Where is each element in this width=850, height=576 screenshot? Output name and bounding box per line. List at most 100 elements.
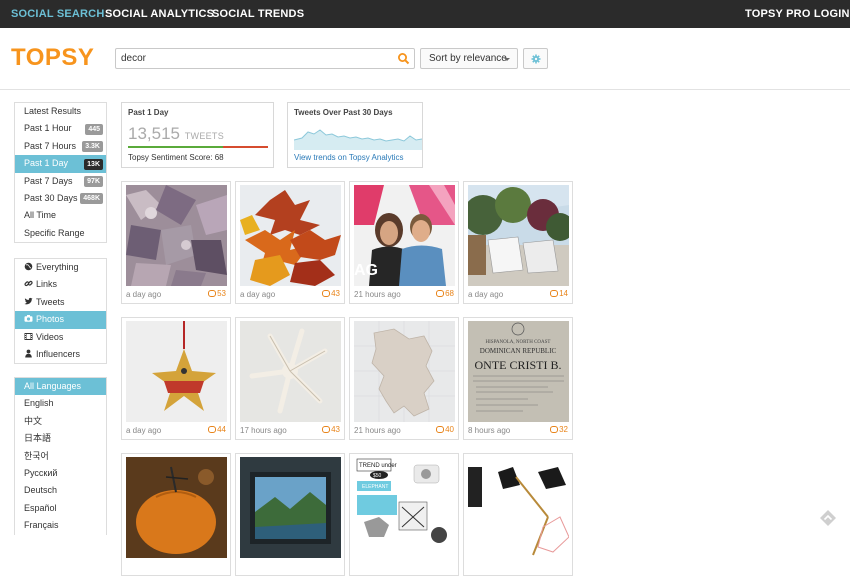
gear-icon [531, 54, 541, 64]
view-trends-link[interactable]: View trends on Topsy Analytics [294, 153, 404, 162]
photo-thumbnail[interactable] [468, 457, 569, 558]
nav-social-analytics[interactable]: SOCIAL ANALYTICS [105, 0, 214, 28]
search-header: TOPSY decor Sort by relevance [0, 28, 850, 90]
trend-sparkline [294, 129, 422, 150]
camera-icon [24, 315, 33, 322]
photo-result[interactable]: a day ago 53 [121, 181, 231, 304]
sort-label: Sort by relevance [429, 53, 507, 64]
photo-thumbnail[interactable] [126, 321, 227, 422]
post-age: a day ago [468, 290, 504, 299]
language-filter-russian[interactable]: Русский [15, 465, 106, 482]
reply-count-value: 53 [217, 289, 226, 298]
time-filter-all-time[interactable]: All Time [15, 207, 106, 224]
type-filter-links[interactable]: Links [15, 276, 106, 293]
photo-result[interactable]: AG 21 hours ago 68 [349, 181, 459, 304]
sentiment-positive-fill [128, 146, 224, 148]
search-icon[interactable] [397, 52, 410, 65]
scroll-top-icon[interactable] [818, 508, 838, 528]
type-filter-everything[interactable]: Everything [15, 259, 106, 276]
time-filter-1-day[interactable]: Past 1 Day 13K [15, 155, 106, 173]
time-filter-specific-range[interactable]: Specific Range [15, 225, 106, 242]
type-filter-label: Links [36, 279, 58, 290]
nav-social-search[interactable]: SOCIAL SEARCH [11, 0, 104, 28]
settings-button[interactable] [523, 48, 548, 69]
photo-thumbnail[interactable] [354, 321, 455, 422]
photo-thumbnail[interactable] [240, 321, 341, 422]
reply-count-value: 14 [559, 289, 568, 298]
language-filter-german[interactable]: Deutsch [15, 482, 106, 499]
sentiment-score: Topsy Sentiment Score: 68 [128, 153, 224, 162]
globe-icon [24, 262, 33, 271]
comment-icon [208, 426, 217, 433]
reply-count[interactable]: 14 [550, 289, 568, 298]
reply-count[interactable]: 43 [322, 425, 340, 434]
photo-result[interactable]: 21 hours ago 40 [349, 317, 459, 440]
reply-count[interactable]: 43 [322, 289, 340, 298]
photo-result[interactable] [121, 453, 231, 576]
time-filter-label: All Time [24, 210, 57, 221]
photo-thumbnail[interactable] [126, 457, 227, 558]
type-filter-label: Videos [36, 331, 64, 342]
time-filter-7-days[interactable]: Past 7 Days 97K [15, 173, 106, 190]
pro-login-link[interactable]: TOPSY PRO LOGIN [745, 0, 850, 46]
time-filter-30-days[interactable]: Past 30 Days 468K [15, 190, 106, 207]
photo-thumbnail[interactable] [240, 457, 341, 558]
language-filter-japanese[interactable]: 日本語 [15, 430, 106, 447]
time-filter-label: Past 1 Day [24, 158, 69, 169]
photo-result[interactable]: 17 hours ago 43 [235, 317, 345, 440]
reply-count[interactable]: 68 [436, 289, 454, 298]
language-filter-english[interactable]: English [15, 395, 106, 412]
type-filter-label: Everything [36, 262, 79, 272]
nav-social-trends[interactable]: SOCIAL TRENDS [212, 0, 304, 28]
photo-thumbnail[interactable] [240, 185, 341, 286]
sort-dropdown[interactable]: Sort by relevance [420, 48, 518, 69]
language-filter-all[interactable]: All Languages [15, 378, 106, 396]
photo-result[interactable] [235, 453, 345, 576]
count-badge: 3.3K [82, 141, 103, 153]
time-filter-latest[interactable]: Latest Results [15, 103, 106, 120]
map-title-line3: ONTE CRISTI B. [475, 358, 562, 372]
reply-count-value: 43 [331, 289, 340, 298]
language-filter-korean[interactable]: 한국어 [15, 448, 106, 465]
photo-result[interactable]: a day ago 14 [463, 181, 573, 304]
top-nav-bar: SOCIAL SEARCH SOCIAL ANALYTICS SOCIAL TR… [0, 0, 850, 46]
photo-result[interactable]: TREND under $50 ELEPHANT [349, 453, 459, 576]
reply-count[interactable]: 40 [436, 425, 454, 434]
search-value: decor [121, 53, 147, 64]
sentiment-bar [128, 146, 268, 148]
trend-graphic-title: TREND under [359, 463, 397, 469]
language-filter-panel: All Languages English 中文 日本語 한국어 Русский… [14, 377, 107, 535]
type-filter-panel: Everything Links Tweets Photos Videos In… [14, 258, 107, 365]
map-title-line1: HISPANOLA, NORTH COAST [486, 340, 551, 345]
search-input[interactable]: decor [115, 48, 415, 69]
type-filter-influencers[interactable]: Influencers [15, 346, 106, 363]
comment-icon [436, 426, 445, 433]
time-filter-panel: Latest Results Past 1 Hour 445 Past 7 Hou… [14, 102, 107, 244]
photo-thumbnail[interactable]: AG [354, 185, 455, 286]
type-filter-tweets[interactable]: Tweets [15, 294, 106, 311]
photo-thumbnail[interactable] [468, 185, 569, 286]
post-age: a day ago [126, 426, 162, 435]
language-filter-chinese[interactable]: 中文 [15, 413, 106, 430]
photo-thumbnail[interactable]: TREND under $50 ELEPHANT [354, 457, 455, 558]
reply-count[interactable]: 44 [208, 425, 226, 434]
comment-icon [208, 290, 217, 297]
photo-thumbnail[interactable] [126, 185, 227, 286]
photo-thumbnail[interactable]: HISPANOLA, NORTH COAST DOMINICAN REPUBLI… [468, 321, 569, 422]
language-filter-french[interactable]: Français [15, 517, 106, 534]
type-filter-videos[interactable]: Videos [15, 329, 106, 346]
tweet-count: 13,515 TWEETS [128, 124, 224, 144]
trend-graphic-item: ELEPHANT [362, 484, 388, 490]
time-filter-label: Past 1 Hour [24, 123, 72, 134]
time-filter-7-hours[interactable]: Past 7 Hours 3.3K [15, 138, 106, 155]
time-filter-1-hour[interactable]: Past 1 Hour 445 [15, 120, 106, 137]
photo-result[interactable] [463, 453, 573, 576]
photo-result[interactable]: a day ago 43 [235, 181, 345, 304]
type-filter-photos[interactable]: Photos [15, 311, 106, 329]
reply-count[interactable]: 32 [550, 425, 568, 434]
language-filter-spanish[interactable]: Español [15, 500, 106, 517]
photo-result[interactable]: a day ago 44 [121, 317, 231, 440]
photo-result[interactable]: HISPANOLA, NORTH COAST DOMINICAN REPUBLI… [463, 317, 573, 440]
topsy-logo[interactable]: TOPSY [11, 44, 94, 72]
reply-count[interactable]: 53 [208, 289, 226, 298]
